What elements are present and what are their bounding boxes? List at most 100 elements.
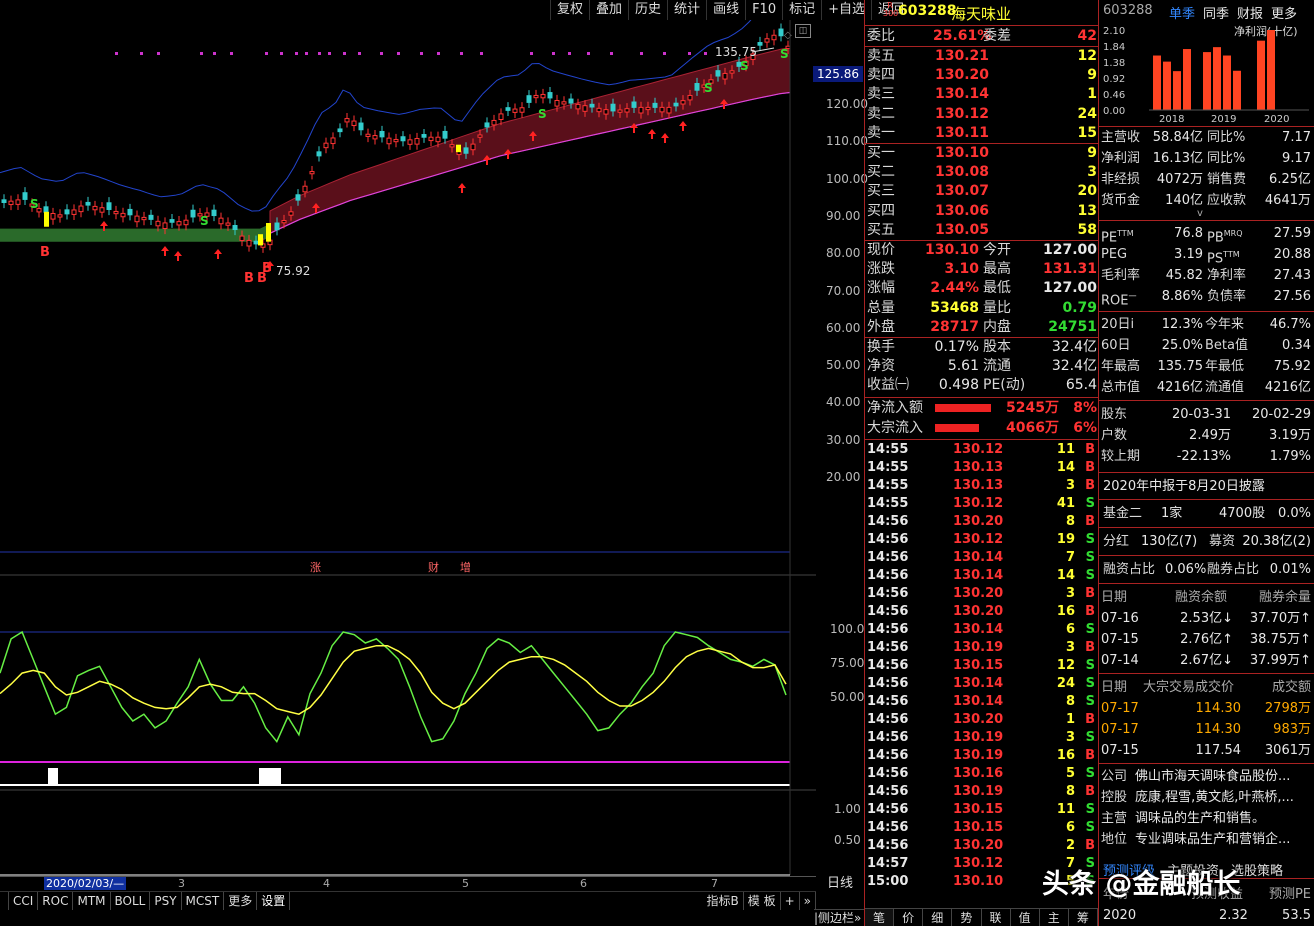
indicator-tab-bar: CCI ROC MTM BOLL PSY MCST 更多 设置 指标B 模 板 +» [0,891,816,910]
highlight-candle [44,211,49,227]
quote-label: 量比 [983,299,1011,316]
indicator-tab-cci[interactable]: CCI [9,892,39,910]
bid-label: 买二 [867,164,895,181]
forecast-row: 2020 2.32 53.5 [1099,905,1313,926]
candle-body [22,192,28,200]
quote-label: 今开 [983,242,1011,258]
quote-label: 外盘 [867,318,895,335]
flow-row: 净流入额 5245万 8% [865,399,1099,418]
quote-tab-7[interactable]: 筹 [1069,909,1098,926]
toolbar-btn-1[interactable]: 叠加 [589,0,628,20]
toolbar-btn-3[interactable]: 统计 [667,0,706,20]
block-price: 114.30 [1195,722,1242,737]
chart-btn-0[interactable]: 指标B [703,892,744,910]
f10-panel: 603288 单季 同季 财报 更多 2.10 1.84 1.38 0.92 0.46 0… [1099,0,1314,926]
tick-price: 130.19 [953,748,1004,763]
tick-direction: B [1085,442,1095,457]
quote-tab-3[interactable]: 势 [952,909,982,926]
block-trade-table: 日期 大宗交易成交价 成交额 07-17 114.30 2798万 07-17 114.30 9… [1099,677,1314,761]
candle-body [78,205,84,213]
tick-time: 14:56 [867,532,909,547]
kline-chart[interactable]: 涨财增BB BBSSSSSS135.7575.92◇ [0,20,816,880]
candle-body [624,108,630,113]
quote-tab-4[interactable]: 联 [982,909,1011,926]
quote-tab-6[interactable]: 主 [1040,909,1069,926]
candle-body [337,128,343,133]
holder-row: 较上期 -22.13% 1.79% [1099,446,1313,467]
candle-body [638,106,644,114]
current-price-tag: 125.86 [813,66,863,82]
period-selector[interactable]: 日线 [816,876,864,891]
margin-row: 07-15 2.76亿↑ 38.75万↑ [1099,629,1313,650]
quote-tab-0[interactable]: 笔 [865,909,895,926]
flow-value: 5245万 [1006,400,1059,416]
indicator-tab-psy[interactable]: PSY [150,892,182,910]
fin-value: 58.84亿 [1152,130,1203,145]
fin-label: 销售费 [1207,172,1247,187]
indicator-tab-mcst[interactable]: MCST [182,892,225,910]
fundamental-value: 0.498 [938,377,979,394]
perf-row: 20日i 12.3% 今年来 46.7% [1099,314,1313,335]
candle-body [722,72,728,80]
signal-dot [115,52,118,55]
tick-row: 14:56 130.19 3 B [865,639,1099,657]
block-row: 07-17 114.30 983万 [1099,719,1313,740]
toolbar-btn-6[interactable]: 标记 [782,0,821,20]
dividend-value: 130亿(7) [1141,534,1198,549]
margin-label: 融资占比 [1103,562,1156,577]
indicator-tab-更多[interactable]: 更多 [224,892,258,910]
sell-mark: S [200,214,209,228]
toolbar-btn-5[interactable]: F10 [745,0,782,20]
indicator-tab-设置[interactable]: 设置 [257,892,291,910]
quote-row: 涨跌 3.10 最高 131.31 [865,260,1099,279]
valuation-label: 净利率 [1207,268,1247,283]
divider [865,439,1098,440]
ask-row: 卖二 130.12 24 [865,105,1099,124]
tick-price: 130.12 [953,496,1004,511]
fin-row: 净利润 16.13亿 同比% 9.17 [1099,148,1313,169]
margin-short: 37.99万↑ [1249,653,1311,668]
signal-dot [530,52,533,55]
quote-tab-1[interactable]: 价 [894,909,924,926]
tick-price: 130.20 [953,712,1004,727]
tick-time: 15:00 [867,874,909,889]
perf-label: 今年来 [1205,317,1245,332]
expand-chevron-icon[interactable]: v [1197,208,1203,219]
fundamental-label: PE(动) [983,377,1026,394]
toolbar-btn-0[interactable]: 复权 [550,0,589,20]
chart-btn-2[interactable]: + [781,892,800,910]
indicator-tab-mtm[interactable]: MTM [73,892,111,910]
indicator-tab-boll[interactable]: BOLL [111,892,151,910]
signal-dot [213,52,216,55]
tab-scroll-left[interactable] [0,892,9,910]
chart-btn-3[interactable]: » [800,892,816,910]
toolbar-btn-2[interactable]: 历史 [628,0,667,20]
quote-value: 24751 [1048,318,1097,335]
dividend-label: 分红 [1103,534,1130,549]
tick-volume: 6 [1065,820,1075,835]
margin-table: 日期 融资余额 融券余量 07-16 2.53亿↓ 37.70万↑ 07-15 2.76亿↑ 3… [1099,587,1314,671]
indicator-tab-roc[interactable]: ROC [38,892,74,910]
company-label: 控股 [1101,790,1128,805]
tick-list[interactable]: 14:55 130.12 11 B 14:55 130.13 14 B 14:55 130.13 3… [865,441,1098,893]
candle-body [225,222,231,226]
tick-time: 14:56 [867,820,909,835]
candle-body [253,240,259,245]
chart-btn-1[interactable]: 模 板 [744,892,781,910]
valuation-sup: 一 [1128,292,1137,301]
signal-dot [437,52,440,55]
price-tick: 100.00 [826,171,868,186]
quote-value: 28717 [930,318,979,335]
candle-body [407,139,413,145]
candle-body [477,134,483,138]
perf-label: 流通值 [1205,380,1245,395]
quote-tab-5[interactable]: 值 [1011,909,1040,926]
quote-tab-2[interactable]: 细 [923,909,953,926]
sidebar-toggle[interactable]: |侧边栏» [814,909,864,926]
toolbar-btn-4[interactable]: 画线 [706,0,745,20]
profit-ytick: 1.84 [1103,42,1125,53]
divider [1099,555,1314,556]
f10-code: 603288 [1103,3,1153,18]
quote-value: 127.00 [1042,280,1097,297]
candle-body [8,200,14,206]
